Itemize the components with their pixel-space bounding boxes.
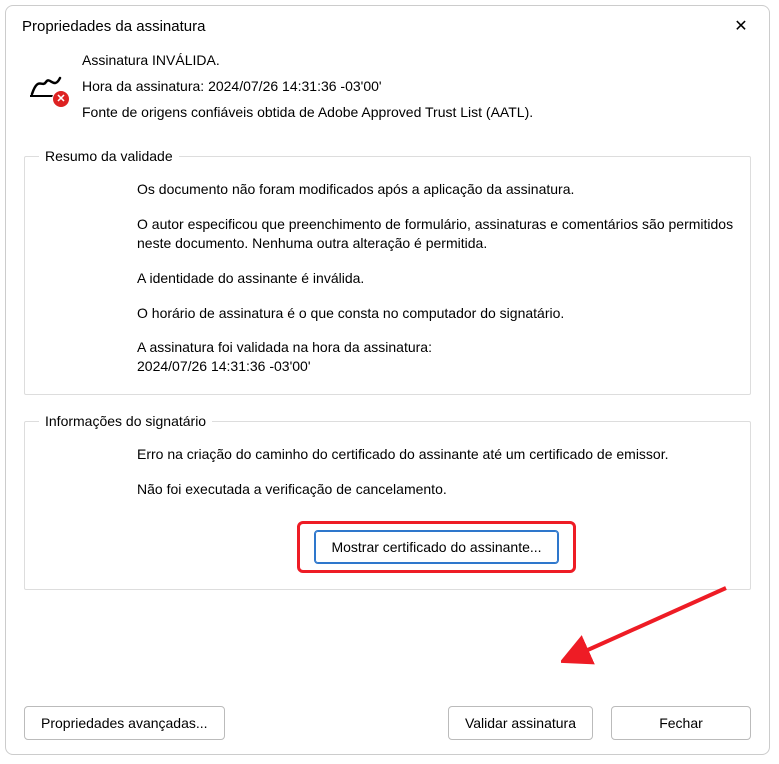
signature-pen-icon: ✕ [28, 66, 64, 102]
validity-summary-group: Resumo da validade Os documento não fora… [24, 148, 751, 395]
signer-info-body: Erro na criação do caminho do certificad… [39, 445, 736, 575]
signer-info-group: Informações do signatário Erro na criaçã… [24, 413, 751, 590]
validity-author-permissions: O autor especificou que preenchimento de… [137, 215, 736, 253]
validity-clock-source: O horário de assinatura é o que consta n… [137, 304, 736, 323]
validate-signature-button[interactable]: Validar assinatura [448, 706, 593, 740]
show-signer-certificate-button[interactable]: Mostrar certificado do assinante... [314, 530, 558, 564]
signature-status: Assinatura INVÁLIDA. [82, 52, 533, 68]
dialog-content: ✕ Assinatura INVÁLIDA. Hora da assinatur… [6, 46, 769, 706]
dialog-title: Propriedades da assinatura [22, 18, 205, 35]
signer-cert-path-error: Erro na criação do caminho do certificad… [137, 445, 736, 464]
signature-time: Hora da assinatura: 2024/07/26 14:31:36 … [82, 78, 533, 94]
validity-summary-legend: Resumo da validade [39, 148, 179, 164]
signature-properties-dialog: Propriedades da assinatura ✕ ✕ Assinatur… [5, 5, 770, 755]
annotation-highlight-box: Mostrar certificado do assinante... [297, 521, 575, 573]
validity-validated-at: A assinatura foi validada na hora da ass… [137, 338, 736, 376]
error-x-icon: ✕ [52, 90, 70, 108]
titlebar: Propriedades da assinatura ✕ [6, 6, 769, 46]
advanced-properties-button[interactable]: Propriedades avançadas... [24, 706, 225, 740]
validity-identity-invalid: A identidade do assinante é inválida. [137, 269, 736, 288]
validity-unmodified: Os documento não foram modificados após … [137, 180, 736, 199]
validity-summary-body: Os documento não foram modificados após … [39, 180, 736, 376]
signer-info-legend: Informações do signatário [39, 413, 212, 429]
dialog-buttons: Propriedades avançadas... Validar assina… [6, 706, 769, 754]
close-icon[interactable]: ✕ [729, 16, 753, 36]
signature-header-text: Assinatura INVÁLIDA. Hora da assinatura:… [82, 52, 533, 130]
signature-header: ✕ Assinatura INVÁLIDA. Hora da assinatur… [24, 52, 751, 130]
close-button[interactable]: Fechar [611, 706, 751, 740]
trust-source: Fonte de origens confiáveis obtida de Ad… [82, 104, 533, 120]
signer-revocation-not-checked: Não foi executada a verificação de cance… [137, 480, 736, 499]
